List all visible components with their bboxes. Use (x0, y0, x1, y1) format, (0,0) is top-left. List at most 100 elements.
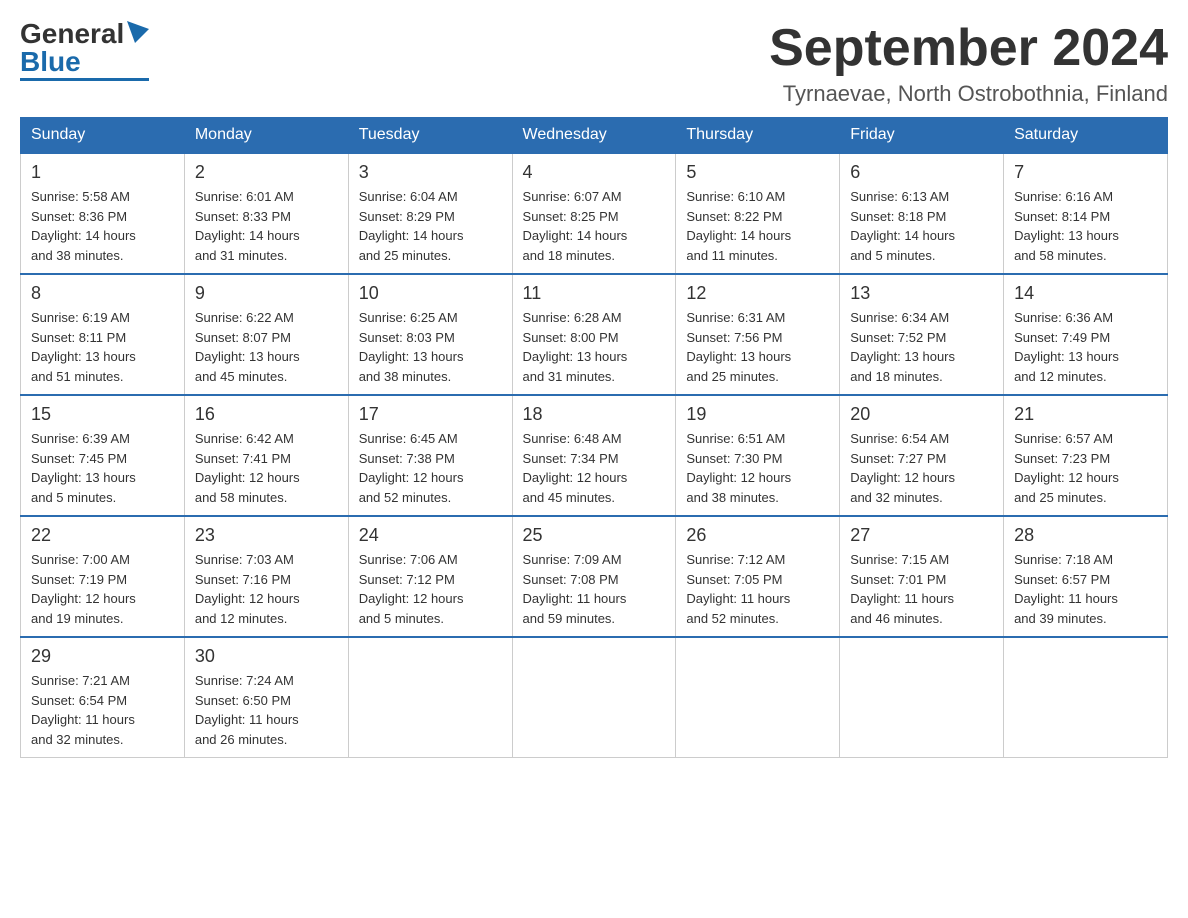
calendar-cell: 2 Sunrise: 6:01 AMSunset: 8:33 PMDaylight… (184, 153, 348, 274)
day-info: Sunrise: 5:58 AMSunset: 8:36 PMDaylight:… (31, 187, 174, 265)
week-row-2: 8 Sunrise: 6:19 AMSunset: 8:11 PMDaylight… (21, 274, 1168, 395)
calendar-cell: 3 Sunrise: 6:04 AMSunset: 8:29 PMDaylight… (348, 153, 512, 274)
day-info: Sunrise: 7:12 AMSunset: 7:05 PMDaylight:… (686, 550, 829, 628)
day-number: 22 (31, 525, 174, 546)
day-number: 19 (686, 404, 829, 425)
logo-general-text: General (20, 20, 124, 48)
weekday-header-row: SundayMondayTuesdayWednesdayThursdayFrid… (21, 118, 1168, 154)
day-info: Sunrise: 7:15 AMSunset: 7:01 PMDaylight:… (850, 550, 993, 628)
day-number: 9 (195, 283, 338, 304)
day-number: 23 (195, 525, 338, 546)
day-number: 11 (523, 283, 666, 304)
calendar-cell: 26Sunrise: 7:12 AMSunset: 7:05 PMDayligh… (676, 516, 840, 637)
calendar-cell: 18Sunrise: 6:48 AMSunset: 7:34 PMDayligh… (512, 395, 676, 516)
calendar-cell (676, 637, 840, 758)
calendar-cell: 27 Sunrise: 7:15 AMSunset: 7:01 PMDayligh… (840, 516, 1004, 637)
day-number: 29 (31, 646, 174, 667)
day-info: Sunrise: 6:42 AMSunset: 7:41 PMDaylight:… (195, 429, 338, 507)
day-info: Sunrise: 6:01 AMSunset: 8:33 PMDaylight:… (195, 187, 338, 265)
week-row-5: 29 Sunrise: 7:21 AMSunset: 6:54 PMDayligh… (21, 637, 1168, 758)
week-row-4: 22 Sunrise: 7:00 AMSunset: 7:19 PMDayligh… (21, 516, 1168, 637)
day-number: 21 (1014, 404, 1157, 425)
day-info: Sunrise: 6:10 AMSunset: 8:22 PMDaylight:… (686, 187, 829, 265)
weekday-header-wednesday: Wednesday (512, 118, 676, 154)
day-info: Sunrise: 6:31 AMSunset: 7:56 PMDaylight:… (686, 308, 829, 386)
day-number: 5 (686, 162, 829, 183)
day-info: Sunrise: 6:57 AMSunset: 7:23 PMDaylight:… (1014, 429, 1157, 507)
calendar-cell: 14 Sunrise: 6:36 AMSunset: 7:49 PMDayligh… (1004, 274, 1168, 395)
day-info: Sunrise: 6:39 AMSunset: 7:45 PMDaylight:… (31, 429, 174, 507)
day-info: Sunrise: 7:21 AMSunset: 6:54 PMDaylight:… (31, 671, 174, 749)
day-number: 2 (195, 162, 338, 183)
calendar-cell (1004, 637, 1168, 758)
title-section: September 2024 Tyrnaevae, North Ostrobot… (769, 20, 1168, 107)
day-number: 13 (850, 283, 993, 304)
day-number: 1 (31, 162, 174, 183)
calendar-cell: 25Sunrise: 7:09 AMSunset: 7:08 PMDayligh… (512, 516, 676, 637)
day-info: Sunrise: 6:22 AMSunset: 8:07 PMDaylight:… (195, 308, 338, 386)
weekday-header-monday: Monday (184, 118, 348, 154)
day-info: Sunrise: 6:34 AMSunset: 7:52 PMDaylight:… (850, 308, 993, 386)
logo-underline (20, 78, 149, 81)
calendar-cell: 9 Sunrise: 6:22 AMSunset: 8:07 PMDaylight… (184, 274, 348, 395)
calendar-cell: 15 Sunrise: 6:39 AMSunset: 7:45 PMDayligh… (21, 395, 185, 516)
calendar-cell: 23 Sunrise: 7:03 AMSunset: 7:16 PMDayligh… (184, 516, 348, 637)
day-number: 7 (1014, 162, 1157, 183)
week-row-3: 15 Sunrise: 6:39 AMSunset: 7:45 PMDayligh… (21, 395, 1168, 516)
day-number: 15 (31, 404, 174, 425)
calendar-cell (512, 637, 676, 758)
page-header: General Blue September 2024 Tyrnaevae, N… (20, 20, 1168, 107)
day-number: 12 (686, 283, 829, 304)
calendar-cell (348, 637, 512, 758)
calendar-cell: 5 Sunrise: 6:10 AMSunset: 8:22 PMDaylight… (676, 153, 840, 274)
day-info: Sunrise: 6:13 AMSunset: 8:18 PMDaylight:… (850, 187, 993, 265)
day-number: 14 (1014, 283, 1157, 304)
day-number: 24 (359, 525, 502, 546)
day-info: Sunrise: 7:18 AMSunset: 6:57 PMDaylight:… (1014, 550, 1157, 628)
calendar-cell: 29 Sunrise: 7:21 AMSunset: 6:54 PMDayligh… (21, 637, 185, 758)
day-info: Sunrise: 6:07 AMSunset: 8:25 PMDaylight:… (523, 187, 666, 265)
day-info: Sunrise: 7:03 AMSunset: 7:16 PMDaylight:… (195, 550, 338, 628)
calendar-cell: 21 Sunrise: 6:57 AMSunset: 7:23 PMDayligh… (1004, 395, 1168, 516)
day-info: Sunrise: 6:19 AMSunset: 8:11 PMDaylight:… (31, 308, 174, 386)
location-subtitle: Tyrnaevae, North Ostrobothnia, Finland (769, 81, 1168, 107)
calendar-cell: 30Sunrise: 7:24 AMSunset: 6:50 PMDayligh… (184, 637, 348, 758)
calendar-cell: 4 Sunrise: 6:07 AMSunset: 8:25 PMDaylight… (512, 153, 676, 274)
day-info: Sunrise: 6:54 AMSunset: 7:27 PMDaylight:… (850, 429, 993, 507)
calendar-cell: 17 Sunrise: 6:45 AMSunset: 7:38 PMDayligh… (348, 395, 512, 516)
calendar-cell: 11Sunrise: 6:28 AMSunset: 8:00 PMDayligh… (512, 274, 676, 395)
day-info: Sunrise: 7:00 AMSunset: 7:19 PMDaylight:… (31, 550, 174, 628)
day-info: Sunrise: 7:06 AMSunset: 7:12 PMDaylight:… (359, 550, 502, 628)
logo-blue-text: Blue (20, 48, 81, 76)
week-row-1: 1 Sunrise: 5:58 AMSunset: 8:36 PMDaylight… (21, 153, 1168, 274)
day-number: 10 (359, 283, 502, 304)
day-info: Sunrise: 6:45 AMSunset: 7:38 PMDaylight:… (359, 429, 502, 507)
day-info: Sunrise: 7:09 AMSunset: 7:08 PMDaylight:… (523, 550, 666, 628)
day-info: Sunrise: 6:36 AMSunset: 7:49 PMDaylight:… (1014, 308, 1157, 386)
day-number: 17 (359, 404, 502, 425)
weekday-header-friday: Friday (840, 118, 1004, 154)
weekday-header-saturday: Saturday (1004, 118, 1168, 154)
day-info: Sunrise: 6:25 AMSunset: 8:03 PMDaylight:… (359, 308, 502, 386)
day-number: 4 (523, 162, 666, 183)
day-number: 6 (850, 162, 993, 183)
calendar-cell: 12 Sunrise: 6:31 AMSunset: 7:56 PMDayligh… (676, 274, 840, 395)
day-number: 28 (1014, 525, 1157, 546)
logo: General Blue (20, 20, 149, 81)
calendar-cell: 13 Sunrise: 6:34 AMSunset: 7:52 PMDayligh… (840, 274, 1004, 395)
day-number: 27 (850, 525, 993, 546)
day-number: 30 (195, 646, 338, 667)
calendar-cell: 16 Sunrise: 6:42 AMSunset: 7:41 PMDayligh… (184, 395, 348, 516)
weekday-header-sunday: Sunday (21, 118, 185, 154)
calendar-cell: 6 Sunrise: 6:13 AMSunset: 8:18 PMDaylight… (840, 153, 1004, 274)
day-number: 20 (850, 404, 993, 425)
day-info: Sunrise: 6:04 AMSunset: 8:29 PMDaylight:… (359, 187, 502, 265)
day-info: Sunrise: 6:51 AMSunset: 7:30 PMDaylight:… (686, 429, 829, 507)
day-info: Sunrise: 6:16 AMSunset: 8:14 PMDaylight:… (1014, 187, 1157, 265)
calendar-cell: 22 Sunrise: 7:00 AMSunset: 7:19 PMDayligh… (21, 516, 185, 637)
weekday-header-thursday: Thursday (676, 118, 840, 154)
calendar-cell: 1 Sunrise: 5:58 AMSunset: 8:36 PMDaylight… (21, 153, 185, 274)
day-number: 3 (359, 162, 502, 183)
day-number: 16 (195, 404, 338, 425)
day-number: 8 (31, 283, 174, 304)
